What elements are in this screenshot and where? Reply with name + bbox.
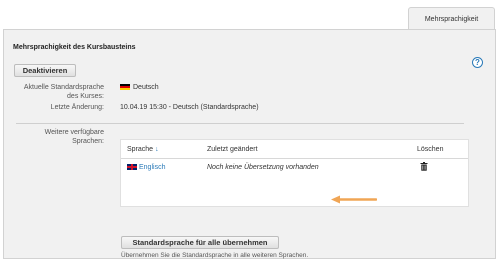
gb-flag-icon xyxy=(127,164,137,171)
current-language-value: Deutsch xyxy=(120,83,159,92)
tab-mehrsprachigkeit[interactable]: Mehrsprachigkeit xyxy=(408,7,495,30)
table-header-divider xyxy=(121,158,468,159)
table-row-language: Englisch xyxy=(127,164,165,171)
section-divider xyxy=(16,123,464,124)
other-languages-label: Weitere verfügbare Sprachen: xyxy=(44,129,104,145)
current-language-label: Aktuelle Standardsprache des Kurses: xyxy=(23,84,104,100)
languages-table: Sprache ↓ Zuletzt geändert Löschen Englis… xyxy=(120,139,469,207)
apply-default-hint: Übernehmen Sie die Standardsprache in al… xyxy=(121,252,309,259)
tab-bar: Mehrsprachigkeit xyxy=(0,0,500,30)
deactivate-button[interactable]: Deaktivieren xyxy=(14,64,76,77)
multilingual-panel: Mehrsprachigkeit des Kursbausteins ? Dea… xyxy=(3,29,496,259)
panel-title: Mehrsprachigkeit des Kursbausteins xyxy=(13,44,136,51)
table-row-last-changed: Noch keine Übersetzung vorhanden xyxy=(207,164,319,171)
language-link-englisch[interactable]: Englisch xyxy=(139,164,165,171)
column-header-last-changed: Zuletzt geändert xyxy=(207,146,258,153)
last-change-label: Letzte Änderung: xyxy=(50,104,104,111)
trash-icon[interactable] xyxy=(420,162,428,171)
apply-default-language-button[interactable]: Standardsprache für alle übernehmen xyxy=(121,236,279,249)
sort-down-icon[interactable]: ↓ xyxy=(155,146,159,153)
last-change-value: 10.04.19 15:30 - Deutsch (Standardsprach… xyxy=(120,104,259,111)
annotation-arrow-icon xyxy=(331,195,377,204)
column-header-language[interactable]: Sprache ↓ xyxy=(127,146,159,153)
column-header-delete: Löschen xyxy=(417,146,444,153)
help-icon[interactable]: ? xyxy=(472,57,483,68)
de-flag-icon xyxy=(120,84,130,91)
